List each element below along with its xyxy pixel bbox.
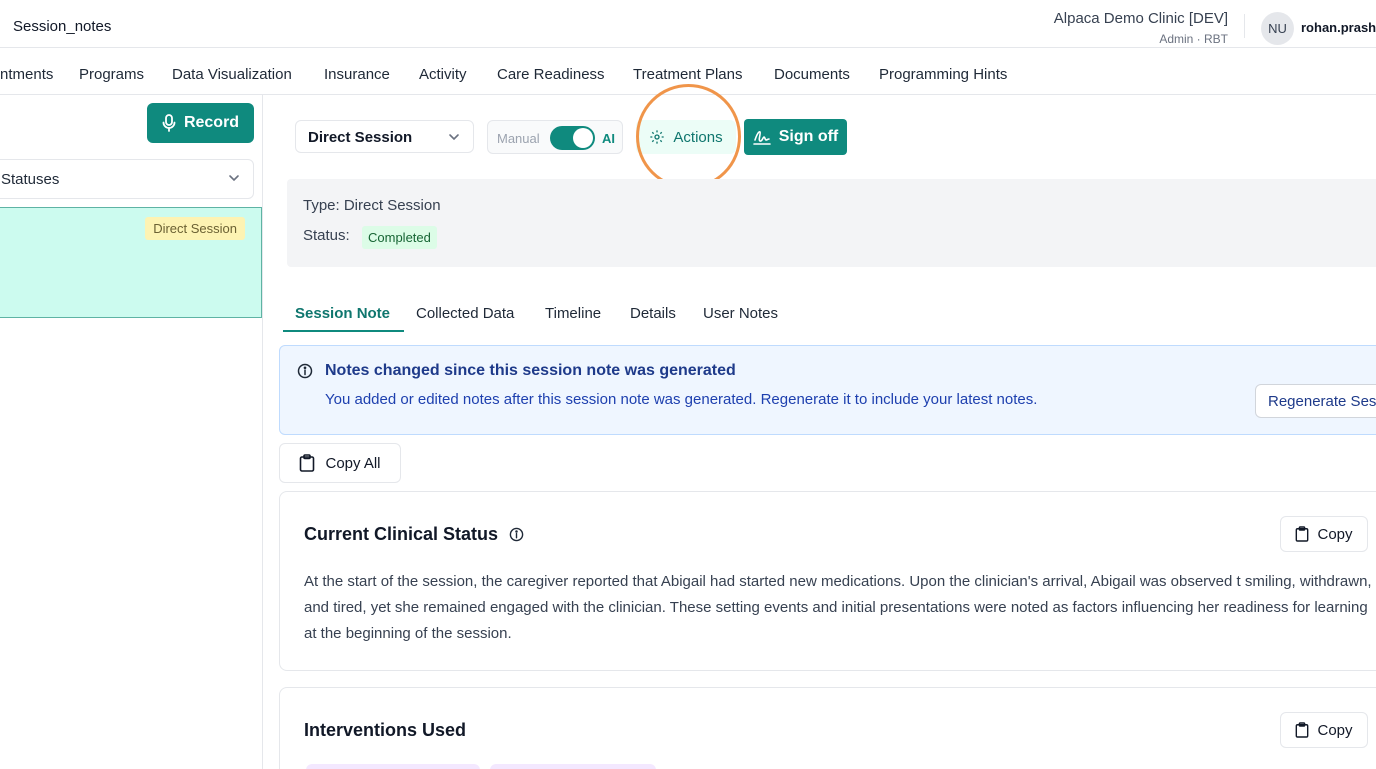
microphone-icon [162, 114, 176, 132]
intervention-chip [490, 764, 656, 769]
session-type-line: Type: Direct Session [303, 197, 441, 214]
chevron-down-icon [229, 175, 239, 182]
interventions-card: Interventions Used Copy [279, 687, 1376, 769]
session-list-item[interactable]: Direct Session [0, 207, 262, 318]
info-icon [297, 363, 313, 379]
page-title: Session_notes [13, 18, 112, 35]
gear-icon [650, 130, 665, 144]
regenerate-button[interactable]: Regenerate Ses [1255, 384, 1376, 418]
card-title: Current Clinical Status [304, 524, 524, 545]
clinical-status-text: At the start of the session, the caregiv… [304, 573, 1372, 642]
header-divider [1244, 14, 1245, 38]
nav-care-readiness[interactable]: Care Readiness [497, 66, 605, 83]
mode-toggle-group: Manual AI [487, 120, 623, 154]
mode-manual-label: Manual [497, 131, 540, 146]
tab-collected-data[interactable]: Collected Data [416, 305, 514, 322]
actions-button[interactable]: Actions [636, 120, 736, 154]
sidebar: Record Statuses Direct Session [0, 95, 263, 769]
tab-user-notes[interactable]: User Notes [703, 305, 778, 322]
alert-title: Notes changed since this session note wa… [325, 362, 736, 379]
status-badge: Completed [362, 226, 437, 249]
mode-ai-label: AI [602, 131, 615, 146]
top-bar: Session_notes Alpaca Demo Clinic [DEV] A… [0, 0, 1376, 48]
clipboard-icon [1296, 722, 1309, 738]
username[interactable]: rohan.prash [1301, 20, 1376, 35]
switch-knob [573, 128, 593, 148]
session-type-badge: Direct Session [145, 217, 245, 240]
active-tab-indicator [283, 330, 404, 332]
record-label: Record [183, 114, 240, 131]
actions-label: Actions [673, 128, 723, 146]
nav-programs[interactable]: Programs [79, 66, 144, 83]
chevron-down-icon [449, 134, 459, 141]
clinical-status-card: Current Clinical Status Copy At the star… [279, 491, 1376, 671]
status-filter-label: Statuses [1, 171, 60, 188]
signature-icon [752, 131, 771, 145]
ai-mode-switch[interactable] [550, 126, 595, 150]
main-nav: ntments Programs Data Visualization Insu… [0, 48, 1376, 95]
tab-details[interactable]: Details [630, 305, 676, 322]
nav-documents[interactable]: Documents [774, 66, 850, 83]
nav-insurance[interactable]: Insurance [324, 66, 390, 83]
nav-data-visualization[interactable]: Data Visualization [172, 66, 292, 83]
copy-label: Copy [1317, 525, 1353, 543]
sign-off-button[interactable]: Sign off [744, 119, 847, 155]
session-type-select[interactable]: Direct Session [295, 120, 474, 153]
nav-appointments[interactable]: ntments [0, 66, 53, 83]
alert-message: You added or edited notes after this ses… [325, 391, 1038, 408]
tab-timeline[interactable]: Timeline [545, 305, 601, 322]
clinical-status-title: Current Clinical Status [304, 524, 499, 544]
tab-session-note[interactable]: Session Note [295, 305, 390, 322]
status-label: Status: [303, 227, 350, 244]
info-icon[interactable] [509, 527, 524, 542]
avatar[interactable]: NU [1261, 12, 1294, 45]
clinic-name[interactable]: Alpaca Demo Clinic [DEV] [1054, 10, 1228, 27]
nav-programming-hints[interactable]: Programming Hints [879, 66, 1007, 83]
intervention-chip [306, 764, 480, 769]
copy-all-button[interactable]: Copy All [279, 443, 401, 483]
clipboard-icon [1296, 526, 1309, 542]
nav-treatment-plans[interactable]: Treatment Plans [633, 66, 743, 83]
sign-off-label: Sign off [778, 128, 839, 145]
notes-changed-alert: Notes changed since this session note wa… [279, 345, 1376, 435]
clinic-role: Admin · RBT [1159, 32, 1228, 46]
copy-button[interactable]: Copy [1280, 516, 1368, 552]
copy-button[interactable]: Copy [1280, 712, 1368, 748]
copy-label: Copy [1317, 721, 1353, 739]
copy-all-label: Copy All [325, 454, 381, 472]
interventions-title: Interventions Used [304, 720, 467, 740]
record-button[interactable]: Record [147, 103, 254, 143]
nav-activity[interactable]: Activity [419, 66, 467, 83]
clipboard-icon [300, 454, 315, 472]
session-info-panel: Type: Direct Session Status: Completed [287, 179, 1376, 267]
status-filter-select[interactable]: Statuses [0, 159, 254, 199]
session-type-value: Direct Session [308, 129, 413, 146]
